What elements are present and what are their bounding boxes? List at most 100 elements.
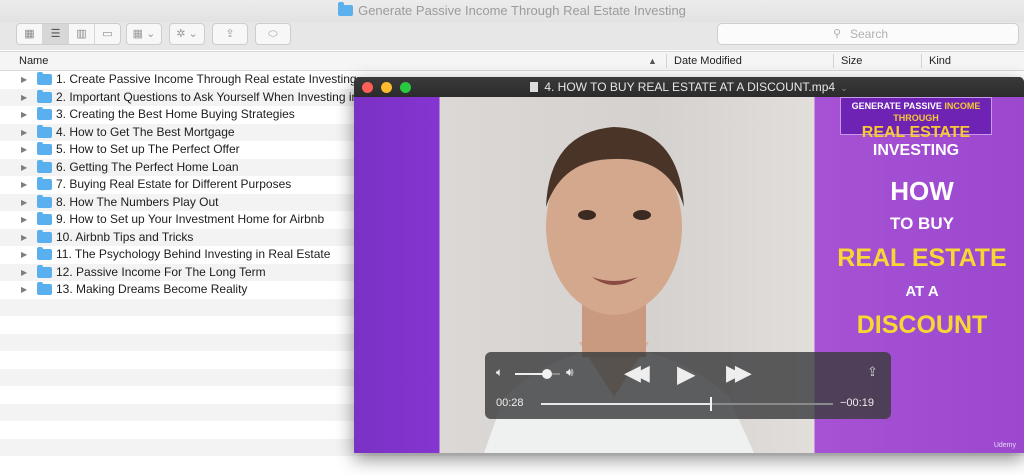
- folder-icon: [37, 124, 52, 138]
- chevron-down-icon[interactable]: ⌄: [840, 83, 848, 93]
- folder-name: 3. Creating the Best Home Buying Strateg…: [56, 107, 295, 121]
- share-icon[interactable]: ⇪: [867, 364, 878, 380]
- zoom-button[interactable]: [400, 82, 411, 93]
- folder-icon: [37, 282, 52, 295]
- column-size[interactable]: Size: [841, 52, 862, 70]
- folder-name: 4. How to Get The Best Mortgage: [56, 124, 235, 139]
- search-icon: ⚲: [833, 28, 842, 40]
- disclosure-triangle-icon[interactable]: ▶: [21, 159, 27, 177]
- search-field[interactable]: ⚲ Search: [717, 23, 1019, 45]
- disclosure-triangle-icon[interactable]: ▶: [21, 194, 27, 212]
- list-view-button[interactable]: ☰: [43, 24, 69, 44]
- column-view-button[interactable]: ▥: [69, 24, 95, 44]
- volume-knob[interactable]: [541, 369, 552, 379]
- grid-icon: ▦ ⌄: [132, 28, 156, 40]
- disclosure-triangle-icon[interactable]: ▶: [21, 141, 27, 159]
- folder-icon: [37, 229, 52, 243]
- folder-name: 9. How to Set up Your Investment Home fo…: [56, 212, 325, 226]
- remaining-time: −00:19: [840, 397, 874, 409]
- headline-line: HOW: [890, 176, 954, 206]
- video-headline: HOW TO BUY REAL ESTATE AT A DISCOUNT: [817, 175, 1024, 341]
- gear-icon: ✲ ⌄: [176, 28, 198, 40]
- disclosure-triangle-icon[interactable]: ▶: [21, 106, 27, 124]
- player-title-bar: 4. HOW TO BUY REAL ESTATE AT A DISCOUNT.…: [354, 77, 1024, 97]
- disclosure-triangle-icon[interactable]: ▶: [21, 229, 27, 247]
- video-player-window: 4. HOW TO BUY REAL ESTATE AT A DISCOUNT.…: [354, 77, 1024, 453]
- folder-name: 2. Important Questions to Ask Yourself W…: [56, 89, 359, 104]
- headline-line: REAL ESTATE: [837, 244, 1007, 272]
- disclosure-triangle-icon[interactable]: ▶: [21, 211, 27, 229]
- folder-icon: [37, 194, 52, 208]
- folder-name: 5. How to Set up The Perfect Offer: [56, 142, 240, 156]
- folder-icon: [37, 159, 52, 173]
- column-header: Name ▲ Date Modified Size Kind: [0, 51, 1024, 71]
- column-date-modified[interactable]: Date Modified: [674, 52, 742, 70]
- tags-button[interactable]: ⬭: [255, 23, 291, 45]
- udemy-watermark: Udemy: [993, 442, 1016, 449]
- window-title-text: Generate Passive Income Through Real Est…: [358, 3, 686, 18]
- disclosure-triangle-icon[interactable]: ▶: [21, 124, 27, 142]
- column-divider: [666, 54, 667, 68]
- scrubber[interactable]: [541, 397, 833, 411]
- disclosure-triangle-icon[interactable]: ▶: [21, 176, 27, 194]
- disclosure-triangle-icon[interactable]: ▶: [21, 89, 27, 107]
- folder-icon: [37, 264, 52, 278]
- folder-name: 6. Getting The Perfect Home Loan: [56, 159, 239, 174]
- action-button[interactable]: ✲ ⌄: [169, 23, 205, 45]
- headline-line: TO BUY: [890, 214, 954, 233]
- sort-chevron-up-icon[interactable]: ▲: [648, 52, 657, 70]
- close-button[interactable]: [362, 82, 373, 93]
- search-placeholder: Search: [850, 27, 889, 41]
- folder-icon: [338, 2, 354, 16]
- folder-icon: [37, 212, 52, 225]
- folder-name: 11. The Psychology Behind Investing in R…: [56, 247, 331, 261]
- folder-icon: [37, 72, 52, 85]
- column-divider: [921, 54, 922, 68]
- playback-controls: 🔈︎ 🔊︎ ◀◀ ▶ ▶▶ ⇪ 00:28 −00:19: [485, 352, 891, 419]
- disclosure-triangle-icon[interactable]: ▶: [21, 264, 27, 282]
- play-button[interactable]: ▶: [677, 360, 695, 389]
- document-icon: [530, 82, 539, 92]
- folder-icon: [37, 89, 52, 103]
- video-frame[interactable]: GENERATE PASSIVE INCOME THROUGH REAL EST…: [354, 97, 1024, 453]
- playhead[interactable]: [710, 397, 713, 411]
- disclosure-triangle-icon[interactable]: ▶: [21, 71, 27, 89]
- fast-forward-button[interactable]: ▶▶: [726, 360, 752, 386]
- folder-name: 12. Passive Income For The Long Term: [56, 264, 266, 279]
- headline-line: DISCOUNT: [856, 311, 988, 339]
- column-name[interactable]: Name: [19, 52, 48, 70]
- scrubber-fill: [541, 403, 711, 405]
- player-title: 4. HOW TO BUY REAL ESTATE AT A DISCOUNT.…: [544, 80, 836, 94]
- share-icon: ⇪: [225, 28, 235, 40]
- icon-view-button[interactable]: ▦: [17, 24, 43, 44]
- cover-flow-button[interactable]: ▭: [95, 24, 120, 44]
- finder-toolbar: ▦ ☰ ▥ ▭ ▦ ⌄ ✲ ⌄ ⇪ ⬭ ⚲ Search: [0, 22, 1024, 50]
- folder-name: 13. Making Dreams Become Reality: [56, 282, 248, 296]
- folder-name: 10. Airbnb Tips and Tricks: [56, 229, 194, 244]
- folder-name: 1. Create Passive Income Through Real es…: [56, 72, 357, 86]
- column-kind[interactable]: Kind: [929, 52, 951, 70]
- folder-icon: [37, 142, 52, 155]
- minimize-button[interactable]: [381, 82, 392, 93]
- headline-line: AT A: [905, 283, 939, 300]
- finder-window-title: Generate Passive Income Through Real Est…: [0, 0, 1024, 22]
- elapsed-time: 00:28: [496, 397, 524, 409]
- disclosure-triangle-icon[interactable]: ▶: [21, 281, 27, 299]
- view-mode-switcher: ▦ ☰ ▥ ▭: [16, 23, 121, 45]
- rewind-button[interactable]: ◀◀: [624, 360, 650, 386]
- tag-icon: ⬭: [268, 28, 278, 40]
- disclosure-triangle-icon[interactable]: ▶: [21, 246, 27, 264]
- column-divider: [833, 54, 834, 68]
- folder-icon: [37, 107, 52, 120]
- volume-high-icon[interactable]: 🔊︎: [566, 365, 574, 380]
- arrange-button[interactable]: ▦ ⌄: [126, 23, 162, 45]
- folder-icon: [37, 177, 52, 190]
- empty-row: [0, 456, 1024, 474]
- folder-name: 8. How The Numbers Play Out: [56, 194, 219, 209]
- folder-name: 7. Buying Real Estate for Different Purp…: [56, 177, 292, 191]
- share-button[interactable]: ⇪: [212, 23, 248, 45]
- folder-icon: [37, 247, 52, 260]
- volume-low-icon[interactable]: 🔈︎: [496, 365, 503, 380]
- volume-slider[interactable]: [515, 369, 560, 379]
- course-brand-logo: GENERATE PASSIVE INCOME THROUGH REAL EST…: [840, 97, 992, 159]
